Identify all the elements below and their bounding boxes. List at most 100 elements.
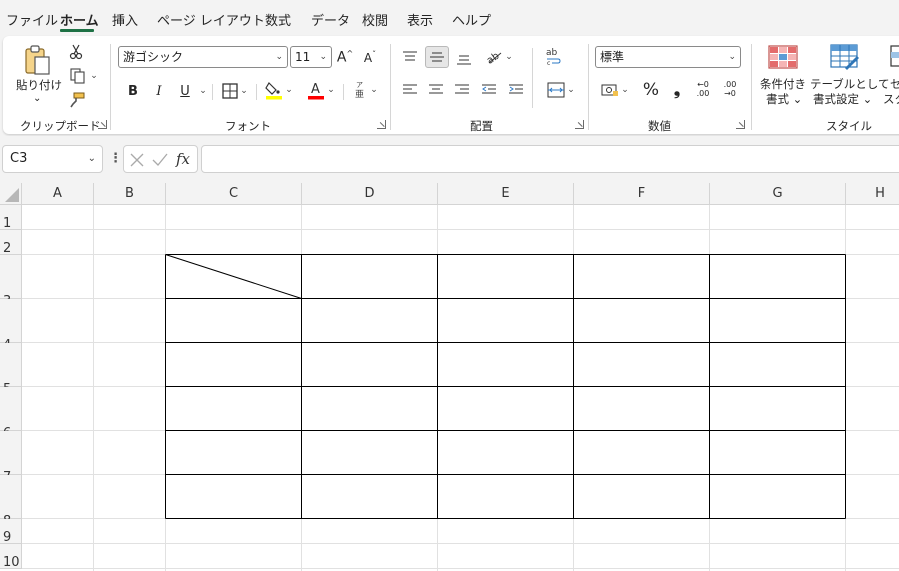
merge-center-button[interactable]: ⌄ bbox=[541, 78, 581, 102]
number-launcher-icon[interactable] bbox=[736, 120, 745, 129]
cell-d5[interactable] bbox=[302, 343, 437, 386]
chevron-down-icon[interactable]: ⌄ bbox=[88, 146, 96, 172]
wrap-text-button[interactable]: ab c bbox=[541, 44, 565, 68]
increase-indent-button[interactable] bbox=[505, 79, 527, 101]
font-launcher-icon[interactable] bbox=[377, 120, 386, 129]
cell-c7[interactable] bbox=[166, 431, 301, 474]
cell-f7[interactable] bbox=[574, 431, 709, 474]
format-as-table-button[interactable] bbox=[825, 42, 865, 72]
row-header-1[interactable]: 1 bbox=[0, 205, 22, 231]
cell-e6[interactable] bbox=[438, 387, 573, 430]
row-header-3[interactable]: 3 bbox=[0, 255, 22, 309]
align-right-button[interactable] bbox=[451, 79, 473, 101]
column-header-d[interactable]: D bbox=[302, 183, 438, 205]
clipboard-launcher-icon[interactable] bbox=[98, 120, 107, 129]
cell-c6[interactable] bbox=[166, 387, 301, 430]
cell-f5[interactable] bbox=[574, 343, 709, 386]
cell-f6[interactable] bbox=[574, 387, 709, 430]
column-header-c[interactable]: C bbox=[166, 183, 302, 205]
decrease-indent-button[interactable] bbox=[478, 79, 500, 101]
percent-style-button[interactable]: % bbox=[640, 79, 662, 101]
paste-button[interactable] bbox=[20, 42, 56, 78]
cell-c3[interactable] bbox=[166, 255, 301, 298]
cell-e7[interactable] bbox=[438, 431, 573, 474]
cell-g7[interactable] bbox=[710, 431, 845, 474]
cell-e3[interactable] bbox=[438, 255, 573, 298]
column-header-b[interactable]: B bbox=[94, 183, 166, 205]
formula-bar-more-icon[interactable]: ⋮ bbox=[109, 151, 122, 166]
decrease-font-size-button[interactable]: Aˇ bbox=[360, 46, 380, 68]
cancel-icon[interactable] bbox=[130, 153, 144, 167]
underline-button[interactable]: U bbox=[175, 80, 195, 102]
formula-input[interactable] bbox=[201, 145, 899, 173]
copy-button[interactable]: ⌄ bbox=[66, 66, 102, 86]
fill-color-button[interactable]: ⌄ bbox=[261, 78, 297, 102]
menu-page-layout[interactable]: ページ レイアウト bbox=[157, 10, 265, 29]
select-all-corner[interactable] bbox=[0, 183, 22, 205]
worksheet-grid[interactable]: ABCDEFGH 12345678910 bbox=[0, 183, 899, 571]
cut-button[interactable] bbox=[66, 42, 86, 62]
row-header-10[interactable]: 10 bbox=[0, 544, 22, 570]
format-as-table-label-2[interactable]: 書式設定 ⌄ bbox=[813, 92, 872, 107]
decrease-decimal-button[interactable]: .00 →0 bbox=[719, 76, 741, 102]
font-name-dropdown[interactable]: 游ゴシック ⌄ bbox=[118, 46, 288, 68]
underline-dropdown-icon[interactable]: ⌄ bbox=[198, 80, 208, 102]
format-as-table-label-1[interactable]: テーブルとして bbox=[810, 77, 889, 92]
format-painter-button[interactable] bbox=[67, 90, 87, 110]
cell-d6[interactable] bbox=[302, 387, 437, 430]
borders-button[interactable]: ⌄ bbox=[217, 80, 253, 102]
conditional-formatting-label-1[interactable]: 条件付き bbox=[760, 77, 806, 92]
row-header-9[interactable]: 9 bbox=[0, 519, 22, 545]
insert-function-icon[interactable]: fx bbox=[176, 150, 190, 168]
column-header-e[interactable]: E bbox=[438, 183, 574, 205]
cell-styles-label-2[interactable]: スタ bbox=[883, 92, 899, 107]
row-header-8[interactable]: 8 bbox=[0, 475, 22, 529]
conditional-formatting-button[interactable] bbox=[763, 42, 803, 72]
comma-style-button[interactable]: ❟ bbox=[667, 79, 687, 101]
menu-data[interactable]: データ bbox=[311, 10, 350, 29]
cell-g3[interactable] bbox=[710, 255, 845, 298]
conditional-formatting-label-2[interactable]: 書式 ⌄ bbox=[766, 92, 802, 107]
font-color-button[interactable]: A ⌄ bbox=[303, 78, 339, 102]
align-middle-button[interactable] bbox=[425, 46, 449, 68]
increase-decimal-button[interactable]: ←0 .00 bbox=[692, 76, 714, 102]
cell-e5[interactable] bbox=[438, 343, 573, 386]
orientation-button[interactable]: ab ⌄ bbox=[481, 46, 517, 68]
cell-c8[interactable] bbox=[166, 475, 301, 518]
name-box[interactable]: C3 ⌄ bbox=[2, 145, 103, 173]
column-header-h[interactable]: H bbox=[846, 183, 899, 205]
cell-c4[interactable] bbox=[166, 299, 301, 342]
cell-styles-label-1[interactable]: セ bbox=[890, 77, 899, 92]
cell-f3[interactable] bbox=[574, 255, 709, 298]
number-format-dropdown[interactable]: 標準 ⌄ bbox=[595, 46, 741, 68]
menu-file[interactable]: ファイル bbox=[6, 10, 58, 29]
cell-f4[interactable] bbox=[574, 299, 709, 342]
menu-help[interactable]: ヘルプ bbox=[452, 10, 491, 29]
cell-g5[interactable] bbox=[710, 343, 845, 386]
cell-f8[interactable] bbox=[574, 475, 709, 518]
cell-g4[interactable] bbox=[710, 299, 845, 342]
cell-e8[interactable] bbox=[438, 475, 573, 518]
menu-review[interactable]: 校閲 bbox=[362, 10, 388, 29]
alignment-launcher-icon[interactable] bbox=[575, 120, 584, 129]
italic-button[interactable]: I bbox=[149, 80, 169, 102]
column-header-f[interactable]: F bbox=[574, 183, 710, 205]
font-size-dropdown[interactable]: 11 ⌄ bbox=[290, 46, 332, 68]
phonetic-guide-button[interactable]: ア 亜 ⌄ bbox=[348, 78, 382, 102]
cell-d7[interactable] bbox=[302, 431, 437, 474]
cell-styles-button[interactable] bbox=[885, 42, 899, 72]
increase-font-size-button[interactable]: A^ bbox=[335, 46, 355, 68]
column-header-g[interactable]: G bbox=[710, 183, 846, 205]
row-header-6[interactable]: 6 bbox=[0, 387, 22, 441]
align-center-button[interactable] bbox=[425, 79, 447, 101]
menu-view[interactable]: 表示 bbox=[407, 10, 433, 29]
align-top-button[interactable] bbox=[399, 46, 421, 68]
copy-dropdown-icon[interactable]: ⌄ bbox=[90, 71, 98, 81]
bold-button[interactable]: B bbox=[123, 80, 143, 102]
cell-d3[interactable] bbox=[302, 255, 437, 298]
paste-dropdown-caret[interactable]: ⌄ bbox=[33, 91, 41, 106]
row-header-2[interactable]: 2 bbox=[0, 230, 22, 256]
cell-d4[interactable] bbox=[302, 299, 437, 342]
enter-check-icon[interactable] bbox=[152, 153, 168, 167]
menu-formulas[interactable]: 数式 bbox=[265, 10, 291, 29]
